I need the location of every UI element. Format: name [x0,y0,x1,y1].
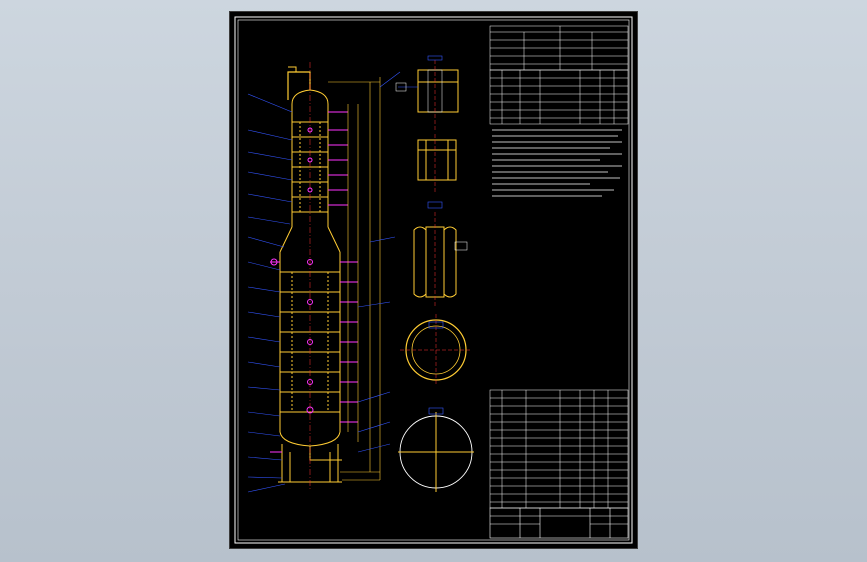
tower-drawing [234,16,633,544]
drawing-sheet [229,11,638,549]
cad-viewport[interactable] [0,0,867,562]
technical-notes [492,129,622,197]
detail-view-ring [400,314,472,386]
nozzle-table [489,69,629,125]
detail-view-1 [395,55,459,130]
leader-lines-left [247,93,293,493]
detail-view-plate [398,407,474,492]
parts-list-table [489,389,629,509]
detail-view-3 [413,201,468,307]
design-data-table [489,25,629,71]
dimension-ladder [328,77,381,481]
leader-lines-right [357,71,401,453]
detail-view-2 [417,134,457,192]
nozzles [270,111,358,453]
title-block [489,507,629,539]
